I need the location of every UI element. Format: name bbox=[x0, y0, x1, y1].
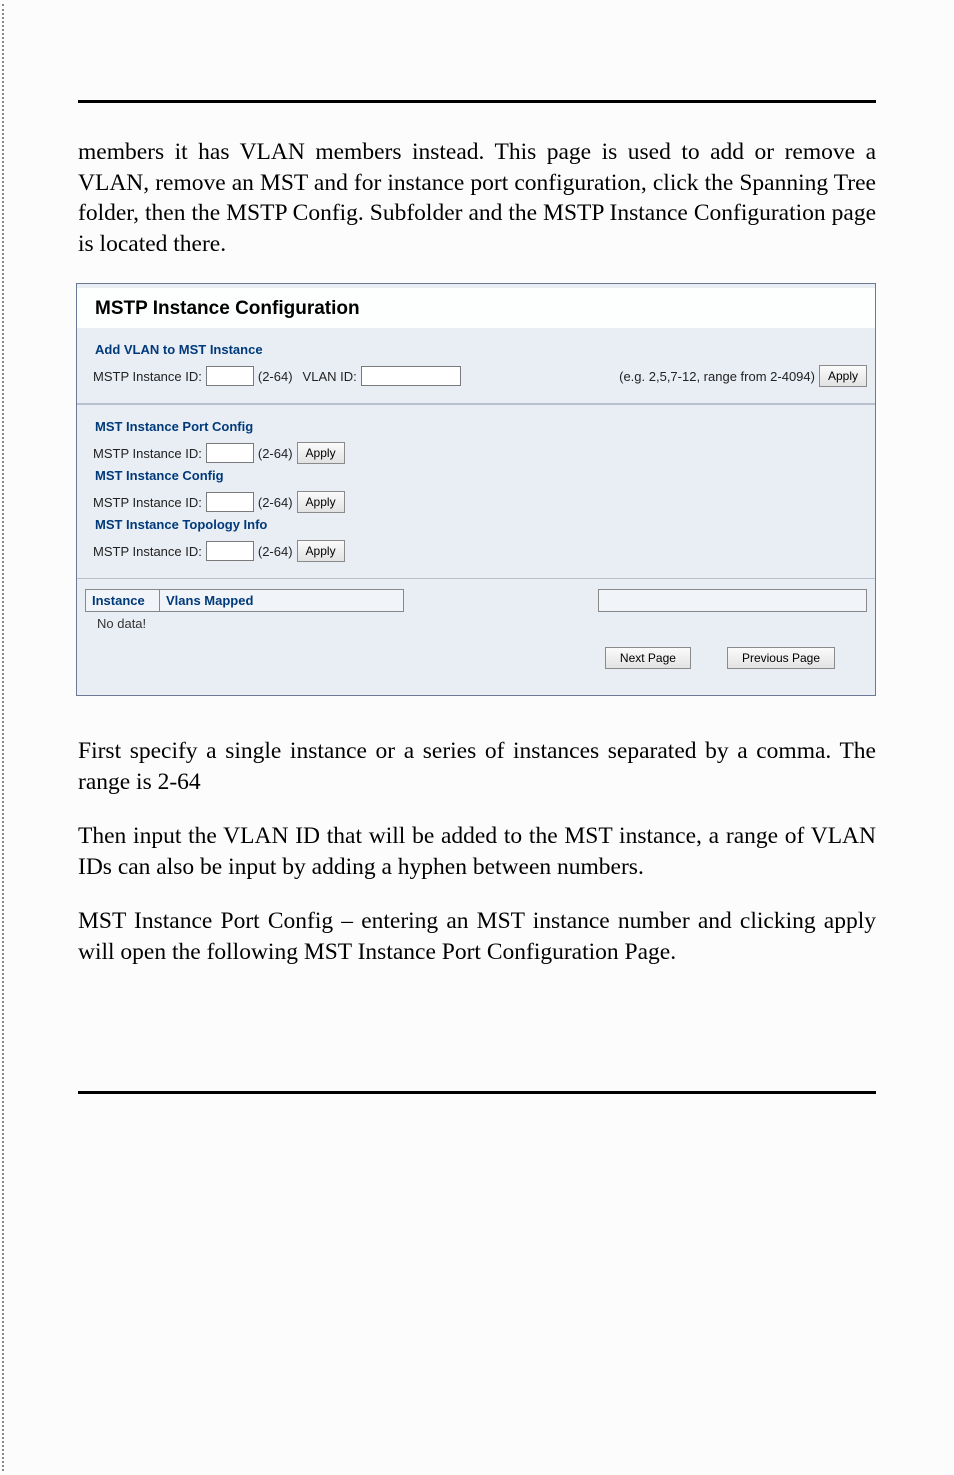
column-header-vlans-mapped: Vlans Mapped bbox=[160, 590, 403, 611]
body-paragraph-4: MST Instance Port Config – entering an M… bbox=[78, 906, 876, 967]
apply-button-addvlan[interactable]: Apply bbox=[819, 365, 867, 387]
panel-title: MSTP Instance Configuration bbox=[95, 298, 857, 320]
document-page: members it has VLAN members instead. Thi… bbox=[0, 0, 954, 1154]
vlan-id-hint: (e.g. 2,5,7-12, range from 2-4094) bbox=[619, 369, 815, 384]
topo-heading: MST Instance Topology Info bbox=[95, 517, 867, 532]
topo-range-note: (2-64) bbox=[258, 544, 293, 559]
horizontal-rule-top bbox=[78, 100, 876, 103]
next-page-button[interactable]: Next Page bbox=[605, 647, 691, 669]
add-vlan-heading: Add VLAN to MST Instance bbox=[95, 342, 867, 357]
port-range-note: (2-64) bbox=[258, 446, 293, 461]
mstp-instance-id-label-inst: MSTP Instance ID: bbox=[93, 495, 202, 510]
body-paragraph-1: members it has VLAN members instead. Thi… bbox=[78, 137, 876, 259]
mstp-instance-id-input-port[interactable] bbox=[206, 443, 254, 463]
inst-range-note: (2-64) bbox=[258, 495, 293, 510]
panel-header: MSTP Instance Configuration bbox=[77, 288, 875, 328]
horizontal-rule-bottom bbox=[78, 1091, 876, 1094]
mid-section: MST Instance Port Config MSTP Instance I… bbox=[77, 404, 875, 578]
inst-config-row: MSTP Instance ID: (2-64) Apply bbox=[85, 491, 867, 513]
table-header-row-right bbox=[598, 589, 867, 612]
no-data-message: No data! bbox=[85, 612, 867, 641]
pager: Next Page Previous Page bbox=[85, 641, 867, 683]
mstp-range-note: (2-64) bbox=[258, 369, 293, 384]
apply-button-port[interactable]: Apply bbox=[297, 442, 345, 464]
apply-button-topo[interactable]: Apply bbox=[297, 540, 345, 562]
vlan-id-input[interactable] bbox=[361, 366, 461, 386]
port-config-row: MSTP Instance ID: (2-64) Apply bbox=[85, 442, 867, 464]
vlan-id-label: VLAN ID: bbox=[303, 369, 357, 384]
mstp-instance-id-label-port: MSTP Instance ID: bbox=[93, 446, 202, 461]
inst-config-heading: MST Instance Config bbox=[95, 468, 867, 483]
instance-table: Instance Vlans Mapped bbox=[85, 589, 867, 612]
add-vlan-section: Add VLAN to MST Instance MSTP Instance I… bbox=[77, 328, 875, 404]
mstp-config-screenshot: MSTP Instance Configuration Add VLAN to … bbox=[76, 283, 876, 696]
body-paragraph-2: First specify a single instance or a ser… bbox=[78, 736, 876, 797]
table-header-row-left: Instance Vlans Mapped bbox=[85, 589, 404, 612]
body-paragraph-3: Then input the VLAN ID that will be adde… bbox=[78, 821, 876, 882]
mstp-instance-id-label-topo: MSTP Instance ID: bbox=[93, 544, 202, 559]
apply-button-inst[interactable]: Apply bbox=[297, 491, 345, 513]
add-vlan-row: MSTP Instance ID: (2-64) VLAN ID: (e.g. … bbox=[85, 365, 867, 387]
column-header-instance: Instance bbox=[86, 590, 160, 611]
mstp-instance-id-label: MSTP Instance ID: bbox=[93, 369, 202, 384]
mstp-instance-id-input-inst[interactable] bbox=[206, 492, 254, 512]
previous-page-button[interactable]: Previous Page bbox=[727, 647, 835, 669]
decorative-left-border bbox=[2, 4, 6, 1471]
port-config-heading: MST Instance Port Config bbox=[95, 419, 867, 434]
table-section: Instance Vlans Mapped No data! Next Page… bbox=[77, 578, 875, 695]
mstp-instance-id-input-addvlan[interactable] bbox=[206, 366, 254, 386]
mstp-instance-id-input-topo[interactable] bbox=[206, 541, 254, 561]
topo-row: MSTP Instance ID: (2-64) Apply bbox=[85, 540, 867, 562]
